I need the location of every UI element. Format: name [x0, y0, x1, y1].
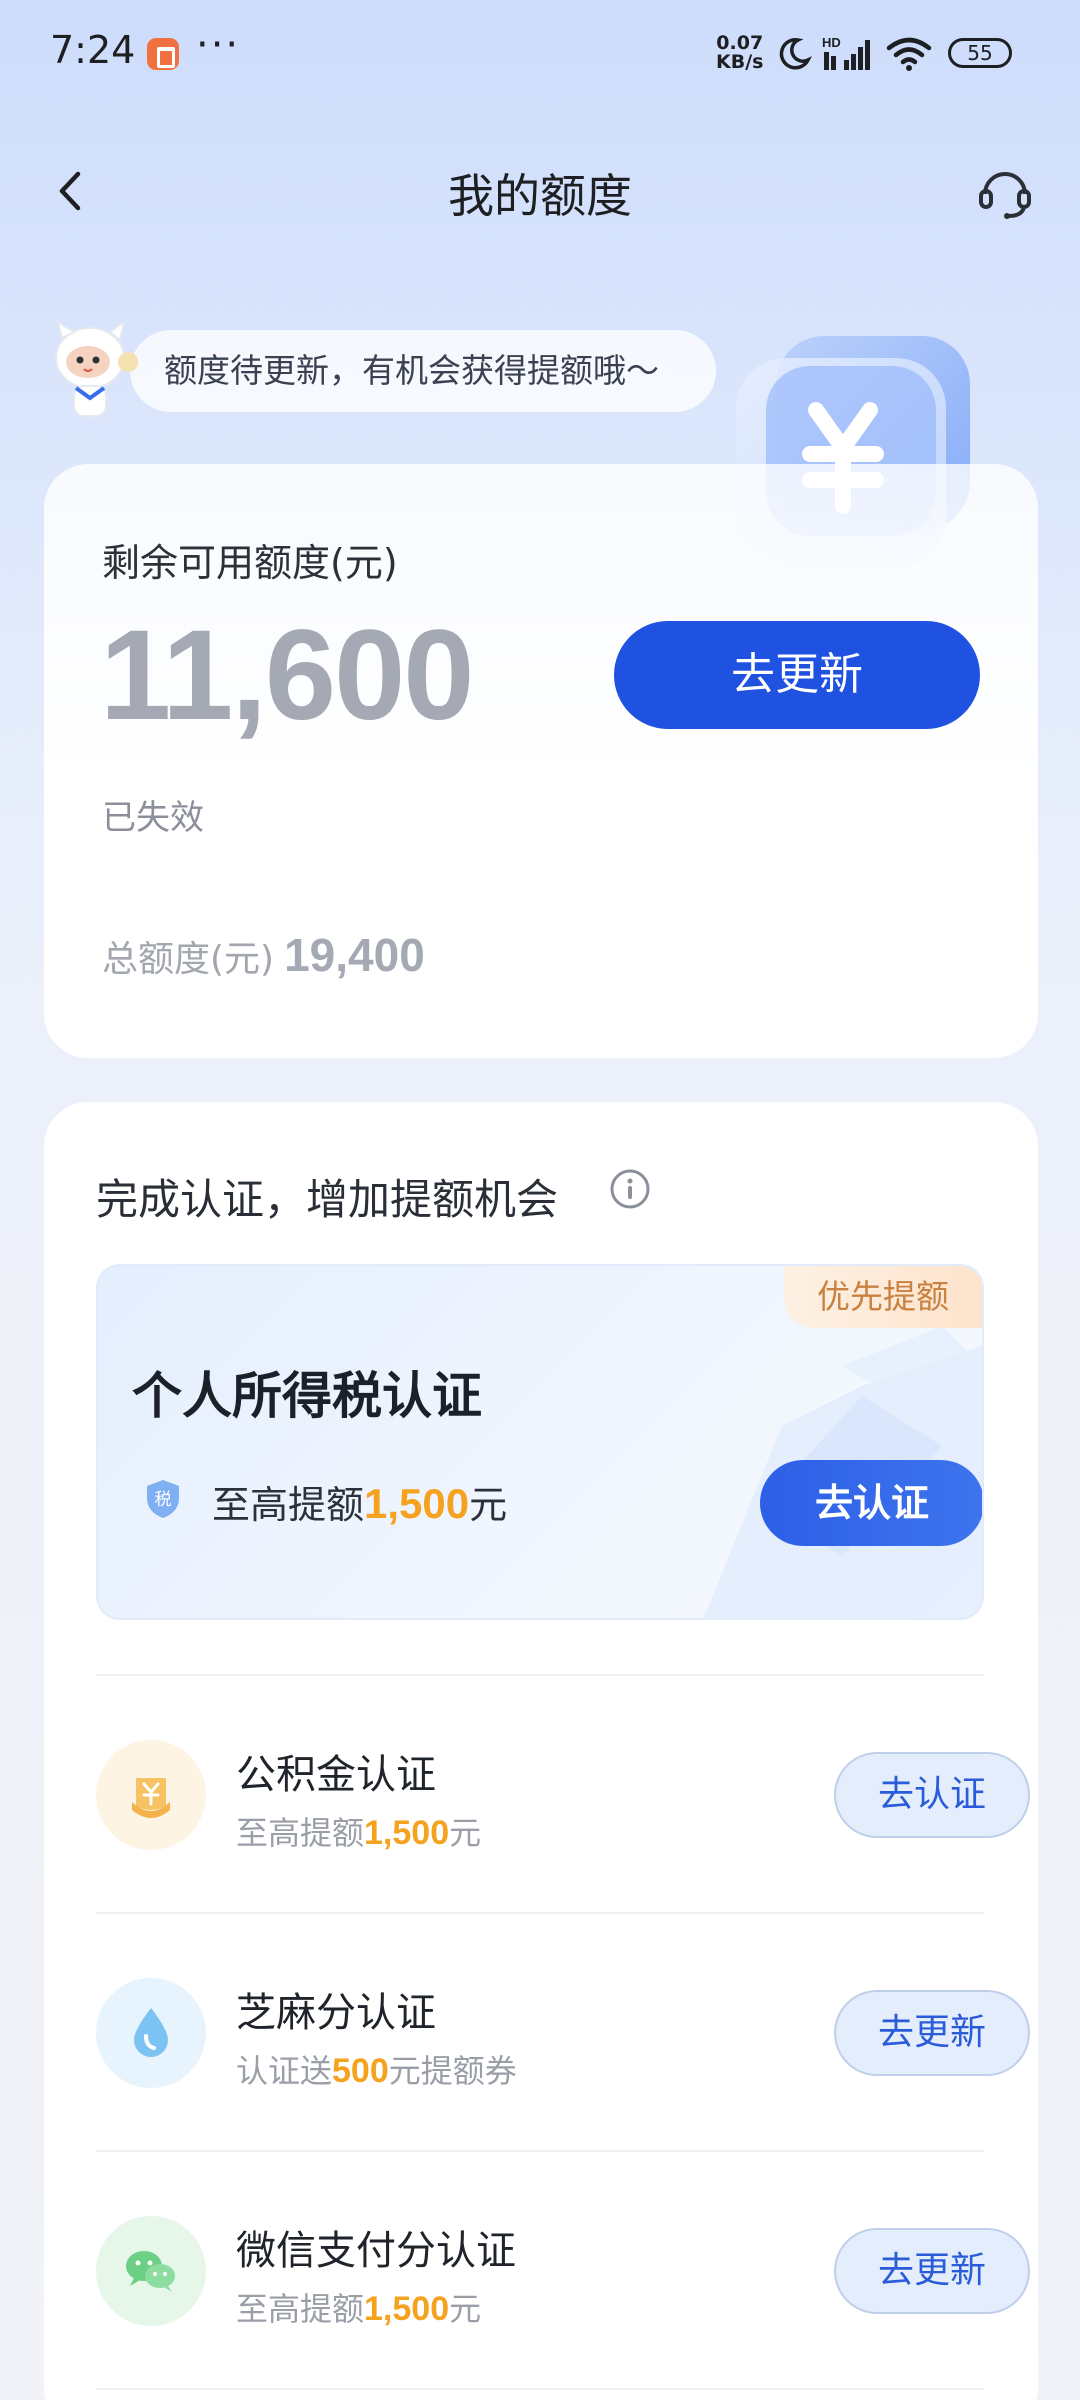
network-speed: 0.07 KB/s — [716, 34, 763, 72]
cert-item-desc-amount: 1,500 — [364, 2290, 450, 2328]
cert-item-desc-suffix: 元 — [449, 1814, 482, 1852]
income-tax-desc-suffix: 元 — [469, 1483, 508, 1527]
total-quota-row: 总额度(元) 19,400 — [102, 928, 425, 982]
cert-item-desc: 认证送500元提额券 — [236, 2046, 517, 2092]
cert-item-desc-suffix: 元提额券 — [388, 2052, 517, 2090]
notification-app-icon — [147, 38, 179, 70]
more-notifications-icon: ··· — [196, 22, 241, 68]
total-quota-label: 总额度(元) — [102, 939, 275, 980]
info-icon[interactable] — [609, 1168, 651, 1210]
divider — [96, 2388, 984, 2390]
income-tax-certification-title: 个人所得税认证 — [132, 1367, 482, 1425]
income-tax-desc-amount: 1,500 — [364, 1480, 470, 1527]
cert-item-desc-suffix: 元 — [449, 2290, 482, 2328]
mascot-icon — [55, 319, 138, 417]
update-quota-button[interactable]: 去更新 — [614, 621, 980, 729]
sesame-score-update-button[interactable]: 去更新 — [834, 1990, 1030, 2076]
sesame-drop-icon — [96, 1978, 206, 2088]
do-not-disturb-moon-icon — [779, 38, 812, 70]
housing-fund-icon — [96, 1740, 206, 1850]
cellular-signal-icon: HD — [822, 35, 870, 70]
tax-shield-icon: 税 — [130, 1466, 196, 1532]
tax-shield-label: 税 — [155, 1490, 172, 1510]
income-tax-description: 至高提额1,500元 — [212, 1474, 507, 1529]
cert-item-desc-amount: 1,500 — [364, 1814, 450, 1852]
page-title: 我的额度 — [448, 169, 632, 223]
cert-item-housing-fund[interactable]: 公积金认证 至高提额1,500元 去认证 — [96, 1676, 1030, 1912]
wechat-pay-score-update-button[interactable]: 去更新 — [834, 2228, 1030, 2314]
customer-service-headset-icon[interactable] — [976, 164, 1034, 222]
cert-item-desc-prefix: 认证送 — [236, 2052, 333, 2090]
quota-card: 剩余可用额度(元) 11,600 去更新 已失效 总额度(元) 19,400 — [44, 464, 1038, 1058]
income-tax-certification-card[interactable]: 优先提额 个人所得税认证 税 至高提额1,500元 去认证 — [96, 1264, 984, 1620]
cert-item-desc: 至高提额1,500元 — [236, 2284, 481, 2330]
available-quota-label: 剩余可用额度(元) — [102, 541, 398, 585]
signal-hd-label: HD — [822, 35, 841, 50]
certification-title: 完成认证，增加提额机会 — [96, 1175, 559, 1224]
cert-item-name: 芝麻分认证 — [236, 1990, 436, 2036]
priority-badge: 优先提额 — [784, 1266, 982, 1328]
battery-level: 55 — [948, 38, 1012, 68]
total-quota-value: 19,400 — [284, 929, 425, 981]
cert-item-desc-amount: 500 — [332, 2052, 389, 2090]
cert-item-name: 微信支付分认证 — [236, 2228, 516, 2274]
quota-status-text: 已失效 — [102, 798, 204, 838]
network-speed-unit: KB/s — [716, 51, 764, 73]
available-quota-value: 11,600 — [100, 604, 474, 747]
housing-fund-verify-button[interactable]: 去认证 — [834, 1752, 1030, 1838]
cert-item-sesame-score[interactable]: 芝麻分认证 认证送500元提额券 去更新 — [96, 1914, 1030, 2150]
certification-card: 完成认证，增加提额机会 优先提额 个人所得税认证 税 至高提额1,500元 去认… — [44, 1102, 1038, 2400]
cert-item-name: 公积金认证 — [236, 1752, 436, 1798]
income-tax-desc-prefix: 至高提额 — [212, 1483, 365, 1527]
tip-bubble: 额度待更新，有机会获得提额哦～ — [130, 330, 716, 412]
status-time: 7:24 — [50, 28, 136, 72]
cert-item-desc-prefix: 至高提额 — [236, 2290, 365, 2328]
cert-item-desc: 至高提额1,500元 — [236, 1808, 481, 1854]
wifi-icon — [886, 37, 932, 71]
wechat-icon — [96, 2216, 206, 2326]
cert-item-wechat-pay-score[interactable]: 微信支付分认证 至高提额1,500元 去更新 — [96, 2152, 1030, 2388]
income-tax-verify-button[interactable]: 去认证 — [760, 1460, 982, 1546]
status-bar: 7:24 ··· 0.07 KB/s HD 55 — [0, 0, 1080, 110]
cert-item-desc-prefix: 至高提额 — [236, 1814, 365, 1852]
